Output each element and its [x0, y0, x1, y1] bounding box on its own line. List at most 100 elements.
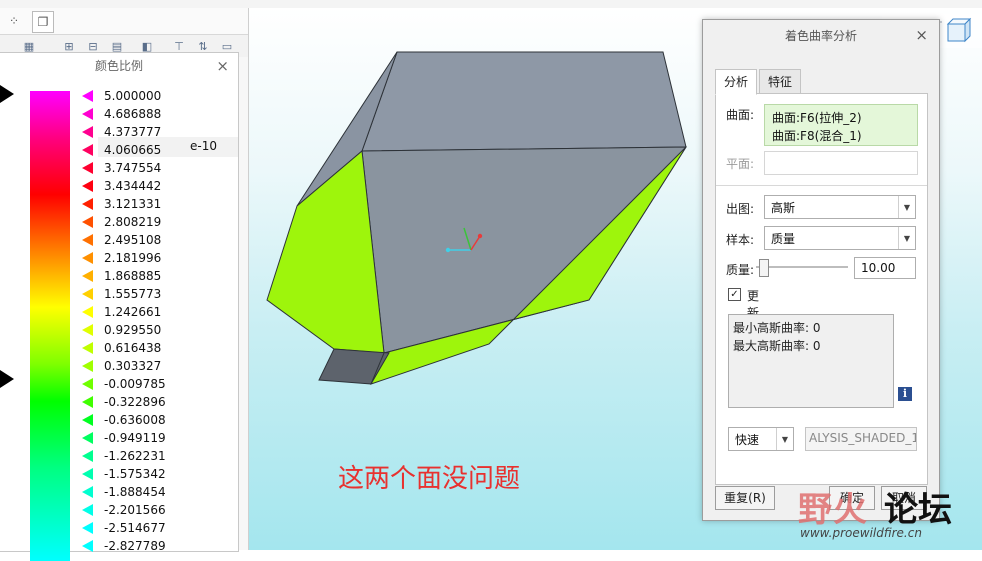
watermark-brand-left: 野火	[798, 490, 868, 530]
plane-collector[interactable]	[764, 151, 918, 175]
analysis-panel: 曲面: 曲面:F6(拉伸_2) 曲面:F8(混合_1) 平面: 出图: 高斯 ▼…	[715, 93, 928, 485]
surface-item[interactable]: 曲面:F8(混合_1)	[772, 127, 862, 144]
reset-button[interactable]: 重复(R)	[715, 486, 775, 510]
scale-value: 3.121331	[104, 197, 162, 211]
scale-marker-icon[interactable]	[82, 252, 93, 264]
min-curvature-text: 最小高斯曲率: 0	[733, 321, 821, 335]
scale-row: -2.201566	[82, 501, 166, 519]
scale-row: 4.686888	[82, 105, 161, 123]
scale-value: 5.000000	[104, 89, 162, 103]
zero-arrow-icon[interactable]	[0, 370, 14, 388]
scale-marker-icon[interactable]	[82, 288, 93, 300]
scale-marker-icon[interactable]	[82, 144, 93, 156]
scale-value: 4.060665	[104, 143, 162, 157]
sample-label: 样本:	[726, 233, 755, 247]
top-face	[361, 51, 687, 152]
quality-slider-thumb[interactable]	[759, 259, 770, 277]
scale-marker-icon[interactable]	[82, 360, 93, 372]
tree-columns-icon[interactable]: ⊟	[86, 39, 100, 53]
scale-value: -0.322896	[104, 395, 166, 409]
scale-marker-icon[interactable]	[82, 378, 93, 390]
scale-row: 2.495108	[82, 231, 161, 249]
front-face	[361, 146, 687, 354]
close-icon[interactable]: ×	[915, 26, 928, 44]
surface-collector[interactable]: 曲面:F6(拉伸_2) 曲面:F8(混合_1)	[764, 104, 918, 146]
quality-value: 10.00	[861, 261, 896, 275]
scale-marker-icon[interactable]	[82, 468, 93, 480]
output-select[interactable]: 高斯 ▼	[764, 195, 916, 219]
scale-row: -1.575342	[82, 465, 166, 483]
scale-marker-icon[interactable]	[82, 198, 93, 210]
scale-marker-icon[interactable]	[82, 90, 93, 102]
scale-value: 3.434442	[104, 179, 162, 193]
tab-feature[interactable]: 特征	[759, 69, 802, 95]
settings-icon[interactable]: ▦	[22, 39, 36, 53]
scale-row: 2.808219	[82, 213, 161, 231]
chevron-down-icon[interactable]: ▼	[776, 428, 793, 450]
scale-max-row: 5.000000	[82, 87, 161, 105]
scale-value: -1.575342	[104, 467, 166, 481]
table-icon[interactable]: ▤	[110, 39, 124, 53]
scale-row: 1.868885	[82, 267, 161, 285]
quality-input[interactable]: 10.00	[854, 257, 916, 279]
scale-marker-icon[interactable]	[82, 522, 93, 534]
annotation-text: 这两个面没问题	[338, 464, 521, 494]
mode-value: 快速	[735, 433, 760, 447]
scale-marker-icon[interactable]	[82, 180, 93, 192]
scale-row: -1.262231	[82, 447, 166, 465]
document-icon[interactable]: ▭	[220, 39, 234, 53]
scale-marker-icon[interactable]	[82, 234, 93, 246]
tab-analysis[interactable]: 分析	[715, 69, 758, 95]
scale-marker-icon[interactable]	[82, 504, 93, 516]
tree-filter-icon[interactable]: ⊞	[62, 39, 76, 53]
layer-tree-tab-icon[interactable]: ❐	[32, 11, 54, 33]
scale-marker-icon[interactable]	[82, 162, 93, 174]
chevron-down-icon[interactable]: ▼	[898, 227, 915, 249]
analysis-name-field[interactable]: ALYSIS_SHADED_1	[805, 427, 917, 451]
mode-select[interactable]: 快速 ▼	[728, 427, 794, 451]
scale-marker-icon[interactable]	[82, 450, 93, 462]
info-icon[interactable]: i	[898, 387, 912, 401]
scale-marker-icon[interactable]	[82, 414, 93, 426]
scale-value: -1.888454	[104, 485, 166, 499]
watermark: 野火 论坛 www.proewildfire.cn	[798, 480, 982, 550]
scale-value: 2.495108	[104, 233, 162, 247]
scale-value: -2.514677	[104, 521, 166, 535]
scale-value: 1.242661	[104, 305, 162, 319]
max-arrow-icon[interactable]	[0, 85, 14, 103]
watermark-url: www.proewildfire.cn	[800, 526, 922, 540]
scale-marker-icon[interactable]	[82, 108, 93, 120]
scale-marker-icon[interactable]	[82, 396, 93, 408]
close-icon[interactable]: ×	[216, 57, 229, 75]
scale-marker-icon[interactable]	[82, 324, 93, 336]
surface-label: 曲面:	[726, 108, 755, 122]
sort-icon[interactable]: ⇅	[196, 39, 210, 53]
tree-tabs: ⁘ ❐	[0, 8, 248, 35]
scale-marker-icon[interactable]	[82, 540, 93, 552]
scale-value: 1.555773	[104, 287, 162, 301]
scale-value: 2.808219	[104, 215, 162, 229]
scale-marker-icon[interactable]	[82, 126, 93, 138]
sample-select[interactable]: 质量 ▼	[764, 226, 916, 250]
quality-slider-track[interactable]	[756, 266, 848, 268]
model-tree-tab-icon[interactable]: ⁘	[4, 11, 24, 31]
scale-value: 0.303327	[104, 359, 162, 373]
tree-structure-icon[interactable]: ⊤	[172, 39, 186, 53]
scale-marker-icon[interactable]	[82, 306, 93, 318]
update-checkbox[interactable]: ✓	[728, 288, 741, 301]
scale-value: -1.262231	[104, 449, 166, 463]
scale-marker-icon[interactable]	[82, 432, 93, 444]
color-icon[interactable]: ◧	[140, 39, 154, 53]
scale-row: 0.616438	[82, 339, 161, 357]
scale-marker-icon[interactable]	[82, 486, 93, 498]
scale-value: -0.949119	[104, 431, 166, 445]
scale-row: -0.949119	[82, 429, 166, 447]
scale-marker-icon[interactable]	[82, 270, 93, 282]
scale-row: -1.888454	[82, 483, 166, 501]
scale-marker-icon[interactable]	[82, 216, 93, 228]
chevron-down-icon[interactable]: ▼	[898, 196, 915, 218]
scale-marker-icon[interactable]	[82, 342, 93, 354]
scale-value: -2.201566	[104, 503, 166, 517]
divider	[716, 185, 927, 186]
surface-item[interactable]: 曲面:F6(拉伸_2)	[772, 109, 862, 126]
